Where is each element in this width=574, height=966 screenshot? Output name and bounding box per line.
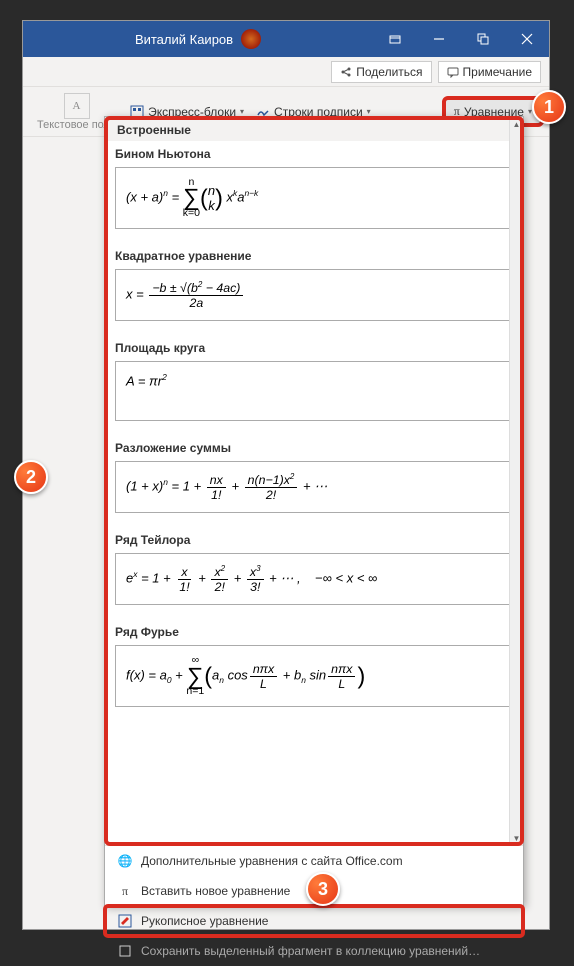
maximize-icon[interactable] (461, 21, 505, 57)
gallery-item[interactable]: Площадь круга A = πr2 (115, 335, 513, 421)
equation-preview: (1 + x)n = 1 + nx1! + n(n−1)x22! + ⋯ (115, 461, 513, 513)
pi-icon: π (117, 883, 133, 899)
gallery-footer: 🌐 Дополнительные уравнения с сайта Offic… (105, 845, 523, 966)
scroll-up-icon[interactable]: ▲ (510, 117, 523, 131)
ink-label: Рукописное уравнение (141, 914, 268, 928)
minimize-icon[interactable] (417, 21, 461, 57)
save-label: Сохранить выделенный фрагмент в коллекци… (141, 944, 480, 958)
equation-preview: f(x) = a0 + ∞∑n=1(an cosnπxL + bn sinnπx… (115, 645, 513, 707)
gallery-section-header: Встроенные (105, 117, 523, 141)
gallery-item[interactable]: Бином Ньютона (x + a)n = n∑k=0(nk) xkan−… (115, 141, 513, 229)
chevron-down-icon: ▾ (367, 107, 371, 116)
globe-icon: 🌐 (117, 853, 133, 869)
equation-preview: A = πr2 (115, 361, 513, 421)
close-icon[interactable] (505, 21, 549, 57)
callout-2: 2 (14, 460, 48, 494)
callout-1: 1 (532, 90, 566, 124)
equation-name: Площадь круга (115, 335, 513, 361)
callout-3: 3 (306, 872, 340, 906)
ribbon-options-icon[interactable] (373, 21, 417, 57)
chevron-down-icon: ▾ (240, 107, 244, 116)
share-label: Поделиться (356, 65, 422, 79)
avatar-icon[interactable] (241, 29, 261, 49)
textbox-icon: A (64, 93, 90, 119)
equation-gallery: Встроенные Бином Ньютона (x + a)n = n∑k=… (104, 116, 524, 906)
gallery-item[interactable]: Ряд Тейлора ex = 1 + x1! + x22! + x33! +… (115, 527, 513, 605)
scroll-down-icon[interactable]: ▼ (510, 831, 523, 845)
ink-equation-button[interactable]: Рукописное уравнение (105, 906, 523, 936)
titlebar: Виталий Каиров (23, 21, 549, 57)
gallery-item[interactable]: Квадратное уравнение x = −b ± √(b2 − 4ac… (115, 243, 513, 321)
equation-preview: (x + a)n = n∑k=0(nk) xkan−k (115, 167, 513, 229)
equation-name: Квадратное уравнение (115, 243, 513, 269)
ribbon-share-row: Поделиться Примечание (23, 57, 549, 87)
save-icon (117, 943, 133, 959)
more-equations-button[interactable]: 🌐 Дополнительные уравнения с сайта Offic… (105, 846, 523, 876)
save-equation-button: Сохранить выделенный фрагмент в коллекци… (105, 936, 523, 966)
equation-name: Разложение суммы (115, 435, 513, 461)
share-button[interactable]: Поделиться (331, 61, 431, 83)
more-label: Дополнительные уравнения с сайта Office.… (141, 854, 403, 868)
equation-name: Ряд Тейлора (115, 527, 513, 553)
user-name: Виталий Каиров (135, 32, 233, 47)
scrollbar[interactable]: ▲ ▼ (509, 117, 523, 845)
ink-icon (117, 913, 133, 929)
comment-icon (447, 66, 459, 78)
insert-label: Вставить новое уравнение (141, 884, 290, 898)
equation-name: Бином Ньютона (115, 141, 513, 167)
share-icon (340, 66, 352, 78)
comment-label: Примечание (463, 65, 532, 79)
gallery-item[interactable]: Ряд Фурье f(x) = a0 + ∞∑n=1(an cosnπxL +… (115, 619, 513, 707)
equation-preview: x = −b ± √(b2 − 4ac)2a (115, 269, 513, 321)
comment-button[interactable]: Примечание (438, 61, 541, 83)
equation-name: Ряд Фурье (115, 619, 513, 645)
gallery-item[interactable]: Разложение суммы (1 + x)n = 1 + nx1! + n… (115, 435, 513, 513)
equation-preview: ex = 1 + x1! + x22! + x33! + ⋯ , −∞ < x … (115, 553, 513, 605)
